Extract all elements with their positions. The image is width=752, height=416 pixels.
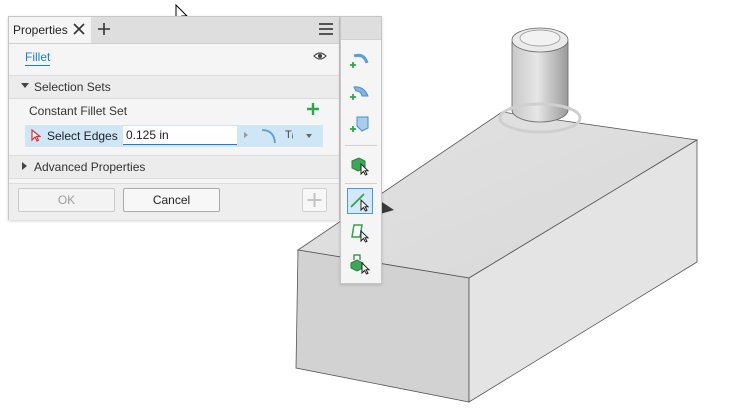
add-fillet-icon: [350, 53, 369, 68]
ok-button[interactable]: OK: [18, 188, 115, 212]
select-arrow-icon: [31, 129, 41, 142]
tool-select-edge[interactable]: [347, 188, 373, 214]
fillet-type-icon[interactable]: [259, 127, 279, 145]
chevron-down-icon[interactable]: [21, 83, 29, 88]
panel-tab-bar: Properties: [9, 17, 339, 44]
cylinder-top-inner: [519, 29, 561, 47]
mini-toolbar-header[interactable]: [341, 17, 381, 40]
section-selection-sets[interactable]: Selection Sets: [9, 75, 339, 99]
tab-properties[interactable]: Properties: [9, 17, 91, 43]
close-icon[interactable]: [72, 22, 86, 36]
eye-icon[interactable]: [313, 51, 327, 61]
add-set-icon[interactable]: [307, 103, 319, 115]
tool-add-setback[interactable]: [348, 112, 372, 136]
radius-input[interactable]: [123, 126, 237, 145]
set-label: Constant Fillet Set: [29, 104, 128, 118]
constant-fillet-set-row: Constant Fillet Set: [9, 99, 339, 123]
panel-footer: OK Cancel: [9, 183, 339, 220]
select-face-icon: [351, 224, 370, 243]
cylinder-boss[interactable]: [511, 41, 569, 123]
toolbar-divider: [345, 145, 377, 146]
select-edges-row[interactable]: Select Edges Tᵢ: [25, 125, 323, 147]
type-label[interactable]: Tᵢ: [285, 129, 293, 141]
select-feature-icon: [350, 254, 371, 275]
add-variable-fillet-icon: [350, 86, 369, 100]
cancel-button[interactable]: Cancel: [123, 188, 220, 212]
select-edges-label: Select Edges: [47, 129, 118, 143]
select-solid-icon: [351, 157, 370, 176]
apply-plus-button[interactable]: [302, 188, 327, 212]
tool-select-face[interactable]: [348, 220, 372, 244]
tool-select-feature[interactable]: [348, 251, 372, 275]
toolbar-divider: [345, 183, 377, 184]
add-setback-icon: [350, 116, 369, 132]
chevron-down-icon[interactable]: [306, 134, 312, 138]
tab-label: Properties: [13, 23, 68, 37]
section-label: Selection Sets: [34, 80, 111, 94]
selection-mini-toolbar: [340, 16, 382, 284]
chevron-right-icon[interactable]: [22, 162, 27, 170]
plus-icon: [307, 193, 322, 207]
feature-name-link[interactable]: Fillet: [25, 50, 51, 66]
feature-row: Fillet: [9, 43, 339, 69]
expand-arrow-icon[interactable]: [244, 132, 248, 138]
select-edge-icon: [350, 193, 370, 212]
section-advanced-properties[interactable]: Advanced Properties: [9, 155, 339, 179]
tool-add-fillet[interactable]: [348, 48, 372, 72]
add-tab-icon[interactable]: [97, 22, 111, 36]
hamburger-menu-icon[interactable]: [319, 23, 333, 35]
tool-select-solid[interactable]: [348, 152, 372, 176]
tool-add-variable-fillet[interactable]: [348, 80, 372, 104]
section-label: Advanced Properties: [34, 160, 146, 174]
properties-panel: Properties Fillet Selection Sets Constan…: [8, 16, 340, 220]
